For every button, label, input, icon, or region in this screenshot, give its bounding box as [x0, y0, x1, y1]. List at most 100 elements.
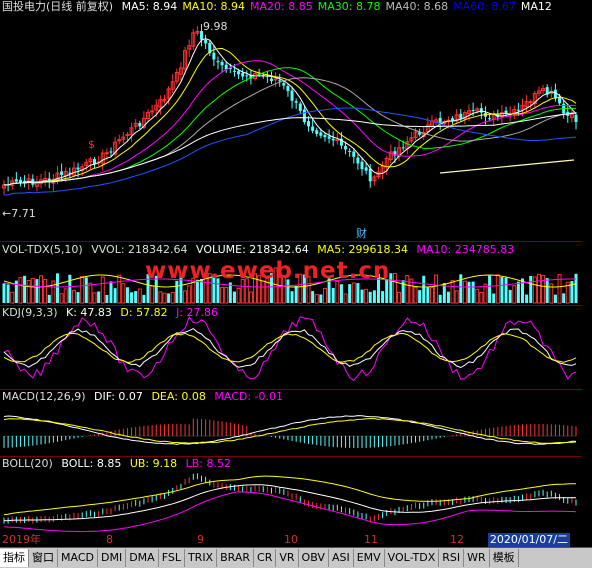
boll-header: BOLL(20) BOLL: 8.85 UB: 9.18 LB: 8.52 [2, 457, 236, 471]
volume-bar [88, 282, 93, 304]
candle-body [488, 118, 492, 120]
tab-10[interactable]: OBV [299, 549, 329, 567]
kdj-indicator-name[interactable]: KDJ(9,3,3) [2, 306, 58, 319]
volume-bar [397, 291, 402, 304]
volume-bar [10, 291, 15, 304]
volume-bar [47, 294, 51, 303]
candle-body [438, 117, 442, 123]
volume-bar [167, 293, 171, 303]
macd-dif: DIF: 0.07 [94, 390, 143, 403]
tab-9[interactable]: VR [276, 549, 299, 567]
candle-body [273, 78, 278, 81]
watermark: www.eweb.net.cn [145, 258, 391, 284]
candle-body [93, 159, 97, 165]
volume-bar [459, 274, 463, 303]
kdj-header: KDJ(9,3,3) K: 47.83 D: 57.82 J: 27.86 [2, 306, 223, 320]
ma-label: MA12 [520, 0, 552, 13]
volume-bar [63, 288, 68, 304]
axis-label-8: 8 [106, 533, 113, 546]
tab-1[interactable]: 窗口 [29, 549, 58, 567]
tab-14[interactable]: RSI [439, 549, 465, 567]
volume-bar [331, 288, 335, 303]
volume-bar [529, 275, 533, 303]
vol-vvol: VVOL: 218342.64 [91, 243, 188, 256]
ma-label: MA60: 8.67 [453, 0, 516, 13]
kdj-panel[interactable]: KDJ(9,3,3) K: 47.83 D: 57.82 J: 27.86 [0, 306, 592, 389]
volume-bar [471, 281, 475, 303]
tab-0[interactable]: 指标 [0, 549, 29, 567]
finance-marker[interactable]: 财 [356, 225, 367, 241]
volume-bar [43, 278, 48, 304]
volume-bar [434, 274, 439, 304]
volume-bar [170, 291, 175, 304]
volume-bar [504, 277, 508, 303]
candle-body [241, 72, 245, 77]
price-panel[interactable]: 国投电力(日线 前复权) MA5: 8.94 MA10: 8.94 MA20: 8.… [0, 0, 592, 240]
tab-12[interactable]: EMV [354, 549, 385, 567]
tab-5[interactable]: FSL [159, 549, 185, 567]
tab-8[interactable]: CR [254, 549, 277, 567]
vol-indicator-name[interactable]: VOL-TDX(5,10) [2, 243, 83, 256]
tab-16[interactable]: 模板 [490, 549, 519, 567]
candle-body [348, 150, 352, 152]
volume-bar [236, 287, 241, 304]
volume-header: VOL-TDX(5,10) VVOL: 218342.64 VOLUME: 21… [2, 243, 519, 257]
price-header: 国投电力(日线 前复权) MA5: 8.94 MA10: 8.94 MA20: 8.… [2, 0, 562, 14]
tab-4[interactable]: DMA [126, 549, 159, 567]
volume-bar [175, 280, 179, 303]
volume-bar [109, 281, 113, 303]
candle-body [516, 109, 520, 111]
candle-body [282, 82, 286, 86]
ma-label: MA30: 8.78 [317, 0, 381, 13]
volume-bar [467, 281, 471, 303]
tab-11[interactable]: ASI [329, 549, 354, 567]
ma-line [3, 77, 577, 186]
axis-label-11: 11 [364, 533, 378, 546]
tab-13[interactable]: VOL-TDX [385, 549, 440, 567]
boll-indicator-name[interactable]: BOLL(20) [2, 457, 53, 470]
ma-label: MA40: 8.68 [385, 0, 449, 13]
volume-bar [134, 291, 138, 303]
volume-bar [162, 292, 167, 304]
volume-bar [290, 291, 294, 303]
ma-line [3, 38, 577, 186]
volume-bar [343, 293, 348, 304]
tab-6[interactable]: TRIX [185, 549, 218, 567]
candle-body [558, 96, 562, 104]
candle-body [504, 110, 508, 114]
tab-2[interactable]: MACD [58, 549, 98, 567]
candle-body [245, 75, 249, 77]
dollar-marker[interactable]: $ [88, 138, 95, 151]
price-chart[interactable] [0, 0, 582, 240]
tab-15[interactable]: WR [464, 549, 490, 567]
volume-bar [426, 287, 430, 303]
volume-bar [462, 280, 467, 304]
volume-bar [97, 291, 101, 303]
ma-label: MA10: 8.94 [182, 0, 246, 13]
ma-label: MA5: 8.94 [121, 0, 178, 13]
volume-bar [516, 281, 520, 303]
boll-lower-line [3, 491, 577, 533]
candle-body [323, 135, 327, 138]
volume-bar [418, 290, 422, 303]
tab-3[interactable]: DMI [98, 549, 127, 567]
volume-bar [405, 275, 410, 304]
kdj-j: J: 27.86 [176, 306, 219, 319]
candle-body [311, 126, 315, 131]
volume-bar [26, 280, 31, 304]
volume-bar [562, 293, 566, 303]
macd-panel[interactable]: MACD(12,26,9) DIF: 0.07 DEA: 0.08 MACD: … [0, 390, 592, 456]
volume-bar [541, 274, 546, 304]
candle-body [60, 171, 64, 176]
volume-bar [232, 291, 236, 303]
volume-bar [18, 277, 23, 304]
boll-panel[interactable]: BOLL(20) BOLL: 8.85 UB: 9.18 LB: 8.52 [0, 457, 592, 533]
stock-title: 国投电力(日线 前复权) [2, 0, 114, 13]
tab-7[interactable]: BRAR [217, 549, 255, 567]
volume-bar [512, 285, 517, 304]
macd-indicator-name[interactable]: MACD(12,26,9) [2, 390, 86, 403]
volume-bar [150, 285, 155, 304]
ma-label: MA20: 8.85 [250, 0, 313, 13]
candle-body [109, 151, 113, 153]
macd-dif-line [3, 415, 577, 445]
